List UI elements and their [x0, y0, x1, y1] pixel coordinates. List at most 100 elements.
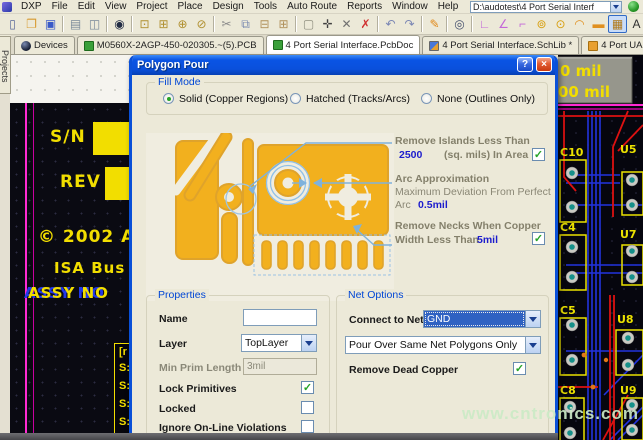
chevron-down-icon[interactable] [610, 2, 621, 12]
polygon-pour-icon[interactable]: ▦ [608, 15, 627, 33]
tab-m0560x-pcb[interactable]: M0560X-2AGP-450-020305.~(5).PCB [77, 36, 264, 54]
tab-label: 4 Port Serial Interface.PcbDoc [286, 40, 414, 51]
menu-item-file[interactable]: File [47, 1, 73, 12]
fill-icon[interactable]: ▬ [589, 15, 608, 33]
tab-label: Devices [34, 40, 68, 51]
route-diff-pair-icon[interactable]: ∠ [494, 15, 513, 33]
layer-select[interactable]: TopLayer [241, 334, 317, 352]
menu-item-window[interactable]: Window [387, 1, 433, 12]
menu-item-place[interactable]: Place [173, 1, 208, 12]
toolbar-buttons: ▯❐▣▤◫◉⊡⊞⊕⊘✂⧉⊟⊞▢✛✕✗↶↷✎◎∟∠⌐⊚⊙◠▬▦A▥ [3, 15, 643, 33]
undo-icon[interactable]: ↶ [381, 15, 400, 33]
clear-filter-icon[interactable]: ✗ [356, 15, 375, 33]
cut-icon[interactable]: ✂ [217, 15, 236, 33]
select-area-icon[interactable]: ▢ [299, 15, 318, 33]
zoom-in-icon[interactable]: ⊕ [173, 15, 192, 33]
open-icon[interactable]: ❐ [22, 15, 41, 33]
pcb-document-icon [84, 41, 94, 51]
pcb-editor-right[interactable]: C10 U5 C4 U7 C5 U8 C8 U9 0 mil 00 mil [558, 55, 643, 440]
lock-primitives-checkbox[interactable]: ✓ [301, 381, 314, 394]
via-icon[interactable]: ⊙ [551, 15, 570, 33]
tab-devices[interactable]: Devices [14, 36, 75, 54]
new-document-icon[interactable]: ▯ [3, 15, 22, 33]
redo-icon[interactable]: ↷ [400, 15, 419, 33]
deselect-icon[interactable]: ✕ [337, 15, 356, 33]
menu-item-project[interactable]: Project [131, 1, 172, 12]
tab-4-port-serial-schlib[interactable]: 4 Port Serial Interface.SchLib * [422, 36, 579, 54]
zoom-document-icon[interactable]: ⊡ [135, 15, 154, 33]
copy-icon[interactable]: ⧉ [236, 15, 255, 33]
connect-to-net-label: Connect to Net [349, 314, 424, 326]
menu-item-reports[interactable]: Reports [342, 1, 387, 12]
radio-none[interactable] [421, 93, 432, 104]
pcb-editor-left[interactable]: S/N REV © 2002 A ISA Bus ASSY NO [r S: S… [10, 55, 135, 440]
menu-item-edit[interactable]: Edit [73, 1, 100, 12]
radio-solid[interactable] [163, 93, 174, 104]
chevron-down-icon[interactable] [525, 311, 540, 327]
menu-item-view[interactable]: View [100, 1, 132, 12]
necks-checkbox[interactable]: ✓ [532, 232, 545, 245]
zoom-area-icon[interactable]: ⊞ [154, 15, 173, 33]
wire-icon[interactable]: ✎ [425, 15, 444, 33]
route-multi-icon[interactable]: ⌐ [513, 15, 532, 33]
watermark: www.cntronics.com [462, 404, 639, 424]
coordinate-readout: 0 mil 00 mil [558, 57, 632, 103]
help-button[interactable]: ? [517, 57, 533, 72]
paste-icon[interactable]: ⊟ [255, 15, 274, 33]
tab-4-port-serial-pcbdoc[interactable]: 4 Port Serial Interface.PcbDoc [266, 35, 421, 54]
svg-text:C4: C4 [560, 221, 576, 234]
locked-checkbox[interactable] [301, 401, 314, 414]
radio-hatched[interactable] [290, 93, 301, 104]
document-tab-bar: Devices M0560X-2AGP-450-020305.~(5).PCB … [11, 35, 643, 55]
remove-dead-copper-checkbox[interactable]: ✓ [513, 362, 526, 375]
schematic-document-icon [588, 41, 598, 51]
menu-item-design[interactable]: Design [208, 1, 249, 12]
menu-items: DXPFileEditViewProjectPlaceDesignToolsAu… [16, 1, 463, 12]
bottom-panel-bar[interactable] [0, 433, 558, 440]
islands-value[interactable]: 2500 [399, 149, 422, 161]
dxp-update-icon[interactable] [628, 1, 639, 12]
connect-to-net-select[interactable]: GND [423, 310, 541, 328]
menu-item-dxp[interactable]: DXP [16, 1, 47, 12]
close-button[interactable]: × [536, 57, 552, 72]
chevron-down-icon[interactable] [525, 337, 540, 353]
paste-special-icon[interactable]: ⊞ [274, 15, 293, 33]
name-input[interactable] [243, 309, 317, 326]
main-toolbar: ▯❐▣▤◫◉⊡⊞⊕⊘✂⧉⊟⊞▢✛✕✗↶↷✎◎∟∠⌐⊚⊙◠▬▦A▥ [0, 14, 643, 35]
svg-text:C10: C10 [560, 146, 584, 159]
pad-icon[interactable]: ⊚ [532, 15, 551, 33]
dialog-title-bar[interactable]: Polygon Pour [129, 55, 558, 75]
arc-value[interactable]: 0.5mil [418, 199, 448, 211]
save-icon[interactable]: ▣ [41, 15, 60, 33]
sheet-background [10, 55, 135, 103]
projects-panel-tab[interactable]: Projects [0, 36, 11, 94]
string-icon[interactable]: A [627, 15, 643, 33]
islands-checkbox[interactable]: ✓ [532, 148, 545, 161]
print-preview-icon[interactable]: ◫ [85, 15, 104, 33]
route-track-icon[interactable]: ∟ [475, 15, 494, 33]
properties-group: Properties Name Layer TopLayer Min Prim … [146, 295, 330, 440]
menu-item-help[interactable]: Help [433, 1, 464, 12]
toolbar-separator [295, 16, 297, 32]
find-icon[interactable]: ◎ [450, 15, 469, 33]
zoom-selection-icon[interactable]: ⊘ [192, 15, 211, 33]
document-path-combo[interactable]: D:\audotest\4 Port Serial Interf [470, 1, 622, 13]
arc-icon[interactable]: ◠ [570, 15, 589, 33]
browse-lens-icon[interactable]: ◉ [110, 15, 129, 33]
tab-4-port-uart[interactable]: 4 Port UART and Line Drivers. [581, 36, 643, 54]
move-icon[interactable]: ✛ [318, 15, 337, 33]
silkscreen-copyright: © 2002 A [38, 227, 135, 247]
silkscreen-rev: REV [60, 172, 101, 192]
menu-item-auto-route[interactable]: Auto Route [282, 1, 342, 12]
svg-text:U7: U7 [620, 228, 637, 241]
min-prim-label: Min Prim Length [159, 362, 241, 374]
application-window: DXPFileEditViewProjectPlaceDesignToolsAu… [0, 0, 643, 440]
necks-value[interactable]: 5mil [477, 234, 498, 246]
tab-label: 4 Port Serial Interface.SchLib * [442, 40, 572, 51]
menu-item-tools[interactable]: Tools [249, 1, 282, 12]
toolbar-separator [106, 16, 108, 32]
chevron-down-icon[interactable] [301, 335, 316, 351]
print-icon[interactable]: ▤ [66, 15, 85, 33]
pour-over-select[interactable]: Pour Over Same Net Polygons Only [345, 336, 541, 354]
ignore-violations-checkbox[interactable] [301, 420, 314, 433]
